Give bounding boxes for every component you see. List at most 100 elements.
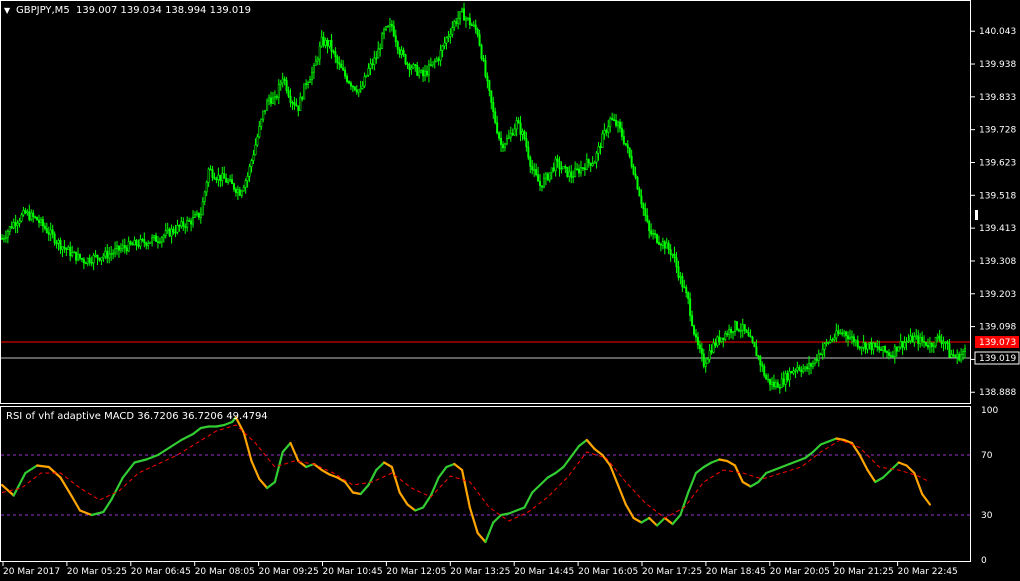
indicator-title: RSI of vhf adaptive MACD 36.7206 36.7206… [6, 411, 268, 422]
candle-body [726, 333, 729, 335]
candle-body [609, 118, 612, 127]
candle-body [749, 335, 752, 338]
candle-body [135, 240, 138, 246]
candle-body [679, 275, 682, 278]
rsi-segment [499, 512, 510, 517]
candle-body [207, 168, 210, 183]
candle-body [636, 176, 639, 190]
candle-body [893, 346, 896, 357]
candle-body [550, 167, 553, 174]
candle-body [503, 143, 506, 149]
candle-body [482, 58, 485, 61]
candle-body [811, 363, 814, 367]
candle-body [357, 89, 360, 93]
candle-body [942, 341, 945, 344]
candle-body [579, 167, 582, 174]
candle-body [492, 102, 495, 113]
candle-body [685, 287, 688, 293]
candle-body [305, 83, 308, 86]
candle-body [716, 336, 719, 346]
candle-body [864, 342, 867, 350]
candle-body [82, 259, 85, 264]
candle-body [542, 177, 545, 188]
candle-body [642, 203, 645, 209]
candle-body [601, 133, 604, 148]
candle-body [451, 27, 454, 35]
candle-body [117, 245, 120, 251]
candle-body [889, 355, 892, 357]
candle-body [322, 36, 325, 46]
candle-body [309, 79, 312, 83]
candle-body [880, 349, 883, 351]
chart-window[interactable]: ▼ GBPJPY,M5 139.007 139.034 138.994 139.… [0, 0, 1020, 581]
candle-body [790, 371, 793, 374]
candle-body [232, 183, 235, 190]
candle-body [449, 34, 452, 37]
candle-body [30, 212, 33, 220]
candle-body [252, 154, 255, 161]
candle-body [472, 24, 475, 27]
candle-body [63, 246, 66, 249]
candle-body [166, 228, 169, 231]
candle-body [809, 363, 812, 367]
candle-body [123, 245, 126, 249]
candle-body [127, 241, 130, 252]
candle-body [353, 86, 356, 91]
candle-body [882, 346, 885, 351]
dropdown-triangle-icon[interactable]: ▼ [4, 6, 11, 15]
candle-body [839, 332, 842, 335]
candle-body [439, 50, 442, 61]
candle-body [946, 341, 949, 344]
candle-body [944, 341, 947, 344]
candle-body [102, 255, 105, 259]
candle-body [936, 335, 939, 338]
candle-body [190, 220, 193, 225]
indicator-frame[interactable] [0, 406, 971, 562]
candle-body [669, 249, 672, 255]
candle-body [369, 63, 372, 69]
candle-body [813, 358, 816, 364]
candle-body [617, 121, 620, 126]
candle-body [903, 342, 906, 348]
scroll-handle[interactable] [975, 210, 978, 220]
price-label: 139.308 [979, 257, 1016, 267]
candle-body [396, 41, 399, 50]
candle-body [671, 253, 674, 256]
candle-body [899, 341, 902, 348]
candle-body [346, 75, 349, 82]
candle-body [540, 185, 543, 188]
candle-body [675, 257, 678, 268]
candle-body [963, 347, 966, 352]
candle-body [786, 373, 789, 381]
candle-body [780, 378, 783, 388]
candle-body [868, 342, 871, 345]
rsi-segment [351, 491, 362, 496]
candle-body [65, 247, 68, 250]
candle-body [539, 181, 542, 186]
candle-body [303, 83, 306, 100]
candle-body [6, 231, 9, 238]
candle-body [958, 353, 961, 361]
red-price-tag-label: 139.073 [979, 338, 1016, 348]
candle-body [802, 368, 805, 373]
time-axis[interactable]: 20 Mar 2017 20 Mar 05:25 20 Mar 06:45 20 Ma… [2, 562, 958, 577]
time-label: 20 Mar 06:45 [131, 567, 191, 577]
candle-body [613, 119, 616, 122]
candle-body [905, 341, 908, 343]
candle-body [22, 210, 25, 216]
candle-body [745, 330, 748, 333]
candle-body [558, 160, 561, 170]
candle-body [714, 342, 717, 346]
candle-body [225, 178, 228, 183]
candle-body [227, 180, 230, 183]
candle-body [26, 211, 29, 214]
candle-body [687, 292, 690, 299]
indicator-axis: 100 70 30 0 [981, 406, 998, 566]
candle-body [887, 352, 890, 356]
candle-body [36, 216, 39, 221]
candle-body [788, 371, 791, 381]
candle-body [486, 75, 489, 81]
candle-body [371, 63, 374, 66]
candle-body [28, 211, 31, 220]
price-label: 139.098 [979, 323, 1016, 333]
